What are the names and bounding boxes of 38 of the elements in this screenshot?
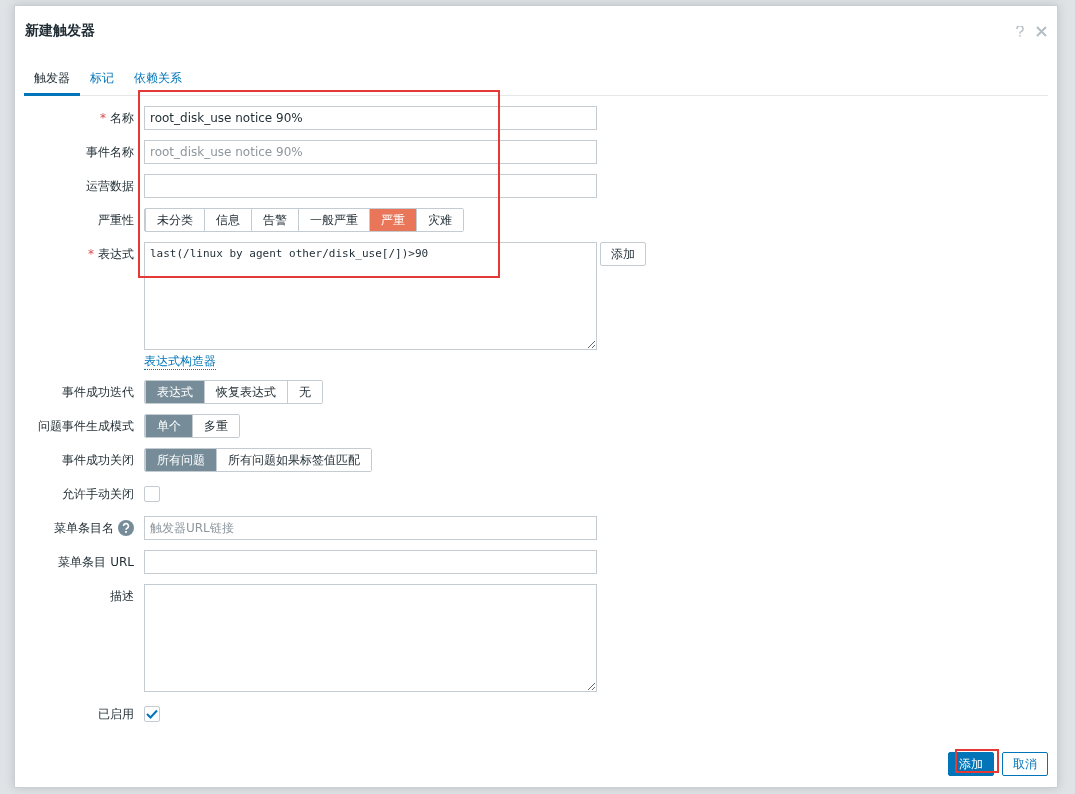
checkbox[interactable] — [144, 706, 160, 722]
segment-option[interactable]: 所有问题如果标签值匹配 — [216, 449, 371, 471]
expression-builder-link[interactable]: 表达式构造器 — [144, 354, 216, 370]
field-label: 事件成功关闭 — [62, 451, 134, 469]
field-label: 已启用 — [98, 705, 134, 723]
tab[interactable]: 标记 — [80, 68, 124, 96]
segment-option[interactable]: 无 — [287, 381, 322, 403]
field-label: 事件成功迭代 — [62, 383, 134, 401]
text-field[interactable] — [144, 550, 597, 574]
dialog-button[interactable]: 取消 — [1002, 752, 1048, 776]
tab[interactable]: 依赖关系 — [124, 68, 192, 96]
field-label: 事件名称 — [86, 143, 134, 161]
help-icon[interactable] — [1016, 25, 1024, 37]
dialog-title: 新建触发器 — [25, 22, 96, 40]
field-label: 描述 — [110, 587, 134, 605]
field-label: 表达式 — [98, 245, 134, 263]
text-field[interactable]: root_disk_use notice 90% — [144, 106, 597, 130]
text-field[interactable]: 触发器URL链接 — [144, 516, 597, 540]
help-icon[interactable] — [118, 520, 134, 536]
field-label: 名称 — [110, 109, 134, 127]
field-label: 问题事件生成模式 — [38, 417, 134, 435]
field-label: 运营数据 — [86, 177, 134, 195]
field-label: 允许手动关闭 — [62, 485, 134, 503]
field-label: 菜单条目名 — [54, 519, 114, 537]
required-mark: * — [88, 247, 94, 261]
expression-field[interactable]: last(/linux by agent other/disk_use[/])>90 — [144, 242, 597, 350]
text-field[interactable] — [144, 174, 597, 198]
close-icon[interactable] — [1036, 25, 1047, 37]
segment-option[interactable]: 灾难 — [416, 209, 463, 231]
text-field[interactable]: root_disk_use notice 90% — [144, 140, 597, 164]
field-label: 菜单条目 URL — [58, 553, 134, 571]
tab[interactable]: 触发器 — [24, 68, 80, 96]
field-label: 严重性 — [98, 211, 134, 229]
checkbox[interactable] — [144, 486, 160, 502]
add-button[interactable]: 添加 — [600, 242, 646, 266]
segment-option[interactable]: 多重 — [192, 415, 239, 437]
required-mark: * — [100, 111, 106, 125]
description-field[interactable] — [144, 584, 597, 692]
